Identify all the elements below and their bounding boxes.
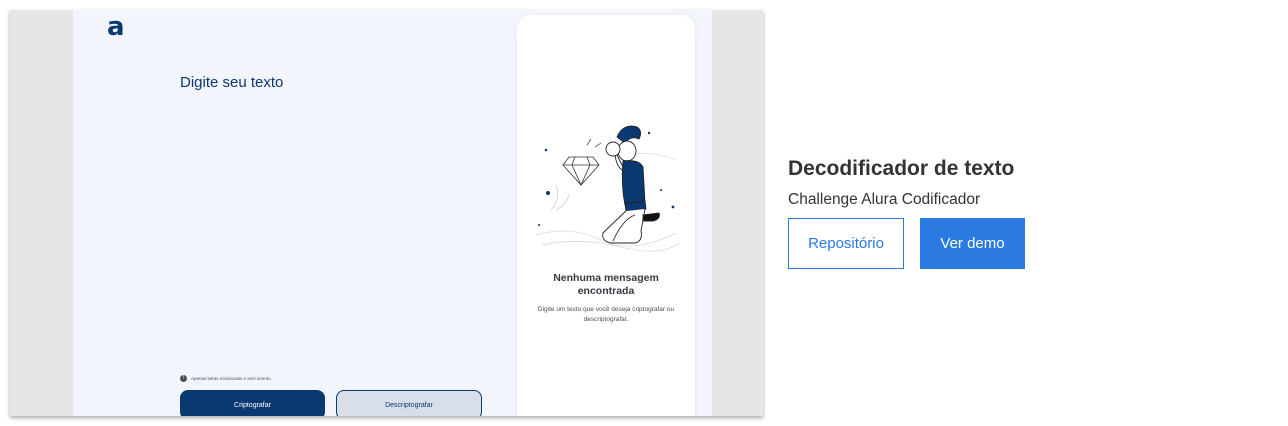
person-with-magnifier-illustration [535,125,680,252]
text-input-placeholder: Digite seu texto [180,74,284,91]
project-screenshot[interactable]: a Digite seu texto ! Apenas letras minús… [10,10,763,416]
view-demo-button[interactable]: Ver demo [920,218,1025,269]
portfolio-project-card: a Digite seu texto ! Apenas letras minús… [0,0,1288,426]
empty-state-title: Nenhuma mensagem encontrada [553,272,659,297]
project-subtitle: Challenge Alura Codificador [788,191,981,208]
hint-text: Apenas letras minúsculas e sem acento. [191,376,272,381]
app-preview: a Digite seu texto ! Apenas letras minús… [73,10,712,416]
input-hint: ! Apenas letras minúsculas e sem acento. [180,375,272,382]
project-title: Decodificador de texto [788,157,1015,180]
encrypt-button: Criptografar [180,390,325,416]
diamond-icon [562,156,600,186]
decrypt-button: Descriptografar [336,390,482,416]
info-icon: ! [180,375,187,382]
repository-button[interactable]: Repositório [788,218,904,269]
empty-state-description: Digite um texto que você deseja criptogr… [537,306,675,323]
alura-logo: a [107,12,125,42]
output-panel: Nenhuma mensagem encontrada Digite um te… [517,15,695,416]
